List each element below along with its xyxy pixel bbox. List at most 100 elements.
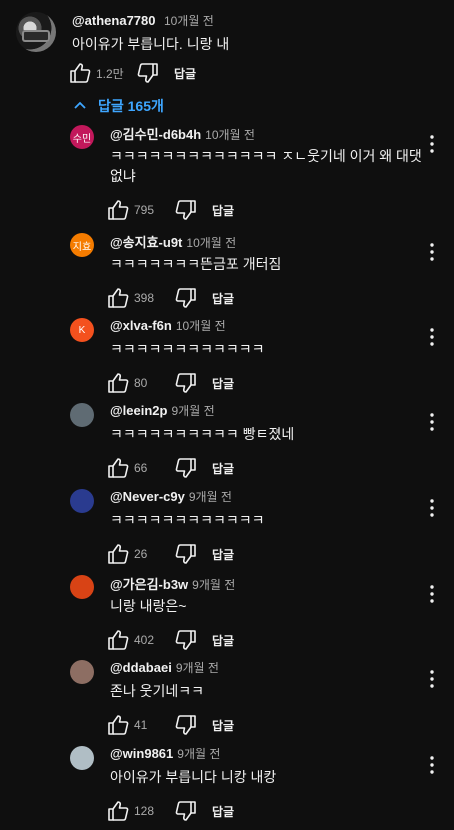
reply-text: 존나 웃기네ㅋㅋ	[110, 683, 205, 699]
reply-button[interactable]: 답글	[212, 290, 234, 307]
reply-avatar[interactable]	[70, 660, 94, 684]
reply-text: ㅋㅋㅋㅋㅋㅋㅋㅋㅋㅋ 빵ㅌ졌네	[110, 426, 295, 442]
reply-text: 아이유가 부릅니다 니캉 내캉	[110, 769, 277, 785]
reply-avatar[interactable]: 지효	[70, 233, 94, 257]
reply-author[interactable]: @ddabaei	[110, 660, 172, 675]
thumb-down-icon[interactable]	[136, 61, 160, 85]
reply-button[interactable]: 답글	[212, 375, 234, 392]
reply-actions: 26 답글	[106, 542, 234, 566]
reply-avatar[interactable]: K	[70, 318, 94, 342]
thumb-down-icon[interactable]	[174, 371, 198, 395]
more-vertical-icon[interactable]	[420, 496, 444, 520]
reply-author[interactable]: @가은김-b3w	[110, 577, 188, 592]
reply-author[interactable]: @송지효-u9t	[110, 235, 182, 250]
chevron-up-icon	[74, 101, 86, 109]
comment-time[interactable]: 10개월 전	[164, 14, 214, 28]
replies-toggle-button[interactable]: 답글 165개	[72, 96, 164, 116]
reply-time[interactable]: 10개월 전	[186, 236, 236, 250]
reply-text: ㅋㅋㅋㅋㅋㅋㅋㅋㅋㅋㅋㅋ	[110, 512, 265, 528]
reply-actions: 41 답글	[106, 713, 234, 737]
reply-button[interactable]: 답글	[212, 632, 234, 649]
reply-avatar[interactable]	[70, 575, 94, 599]
reply-header: @win9861 9개월 전	[110, 745, 220, 763]
reply-actions: 398 답글	[106, 286, 234, 310]
reply-author[interactable]: @leein2p	[110, 403, 167, 418]
thumb-up-icon[interactable]	[106, 628, 130, 652]
like-count: 402	[134, 633, 155, 647]
thumb-down-icon[interactable]	[174, 542, 198, 566]
reply-header: @ddabaei 9개월 전	[110, 659, 219, 677]
comment-text: 아이유가 부릅니다. 니랑 내	[72, 36, 230, 52]
reply-text: ㅋㅋㅋㅋㅋㅋㅋㅋㅋㅋㅋㅋㅋ ㅈㄴ웃기네 이거 왜 대댓	[110, 148, 422, 164]
comment-author[interactable]: @athena7780	[72, 13, 156, 28]
thumb-up-icon[interactable]	[106, 542, 130, 566]
more-vertical-icon[interactable]	[420, 753, 444, 777]
like-count: 26	[134, 547, 148, 561]
thumb-down-icon[interactable]	[174, 628, 198, 652]
like-count: 128	[134, 804, 155, 818]
thumb-down-icon[interactable]	[174, 713, 198, 737]
reply-time[interactable]: 10개월 전	[176, 319, 226, 333]
reply-header: @Never-c9y 9개월 전	[110, 488, 232, 506]
reply-author[interactable]: @Never-c9y	[110, 489, 185, 504]
comment-header: @athena7780 10개월 전	[72, 12, 214, 30]
more-vertical-icon[interactable]	[420, 240, 444, 264]
reply-header: @xlva-f6n 10개월 전	[110, 317, 226, 335]
reply-actions: 80 답글	[106, 371, 234, 395]
thumb-up-icon[interactable]	[106, 799, 130, 823]
reply-button[interactable]: 답글	[174, 65, 196, 82]
thumb-up-icon[interactable]	[106, 713, 130, 737]
thumb-up-icon[interactable]	[68, 61, 92, 85]
reply-avatar[interactable]	[70, 403, 94, 427]
thumb-up-icon[interactable]	[106, 198, 130, 222]
reply-actions: 402 답글	[106, 628, 234, 652]
replies-toggle-label: 답글 165개	[98, 98, 164, 114]
thumb-down-icon[interactable]	[174, 198, 198, 222]
reply-time[interactable]: 9개월 전	[176, 661, 219, 675]
reply-header: @김수민-d6b4h 10개월 전	[110, 124, 255, 144]
thumb-up-icon[interactable]	[106, 286, 130, 310]
like-count: 1.2만	[96, 66, 124, 81]
reply-button[interactable]: 답글	[212, 460, 234, 477]
reply-avatar[interactable]	[70, 746, 94, 770]
reply-time[interactable]: 9개월 전	[171, 404, 214, 418]
reply-button[interactable]: 답글	[212, 803, 234, 820]
reply-text: 없냐	[110, 168, 136, 184]
reply-author[interactable]: @win9861	[110, 746, 173, 761]
reply-author[interactable]: @김수민-d6b4h	[110, 127, 201, 142]
thumb-up-icon[interactable]	[106, 456, 130, 480]
reply-text: 니랑 내랑은~	[110, 598, 187, 614]
like-count: 41	[134, 718, 148, 732]
reply-avatar[interactable]	[70, 489, 94, 513]
thumb-down-icon[interactable]	[174, 286, 198, 310]
comment-actions: 1.2만 답글	[68, 61, 196, 85]
reply-header: @송지효-u9t 10개월 전	[110, 232, 236, 252]
more-vertical-icon[interactable]	[420, 132, 444, 156]
reply-header: @가은김-b3w 9개월 전	[110, 574, 235, 594]
reply-time[interactable]: 9개월 전	[177, 747, 220, 761]
reply-actions: 66 답글	[106, 456, 234, 480]
like-count: 80	[134, 376, 148, 390]
reply-button[interactable]: 답글	[212, 202, 234, 219]
reply-button[interactable]: 답글	[212, 717, 234, 734]
like-count: 795	[134, 203, 155, 217]
reply-time[interactable]: 10개월 전	[205, 128, 255, 142]
reply-avatar[interactable]: 수민	[70, 125, 94, 149]
reply-actions: 128 답글	[106, 799, 234, 823]
reply-author[interactable]: @xlva-f6n	[110, 318, 172, 333]
thumb-down-icon[interactable]	[174, 799, 198, 823]
like-count: 398	[134, 291, 155, 305]
reply-button[interactable]: 답글	[212, 546, 234, 563]
reply-actions: 795 답글	[106, 198, 234, 222]
reply-time[interactable]: 9개월 전	[192, 578, 235, 592]
avatar[interactable]	[16, 12, 56, 52]
thumb-down-icon[interactable]	[174, 456, 198, 480]
reply-time[interactable]: 9개월 전	[189, 490, 232, 504]
more-vertical-icon[interactable]	[420, 667, 444, 691]
thumb-up-icon[interactable]	[106, 371, 130, 395]
more-vertical-icon[interactable]	[420, 325, 444, 349]
like-count: 66	[134, 461, 148, 475]
more-vertical-icon[interactable]	[420, 410, 444, 434]
reply-text: ㅋㅋㅋㅋㅋㅋㅋ뜬금포 개터짐	[110, 256, 282, 272]
more-vertical-icon[interactable]	[420, 582, 444, 606]
